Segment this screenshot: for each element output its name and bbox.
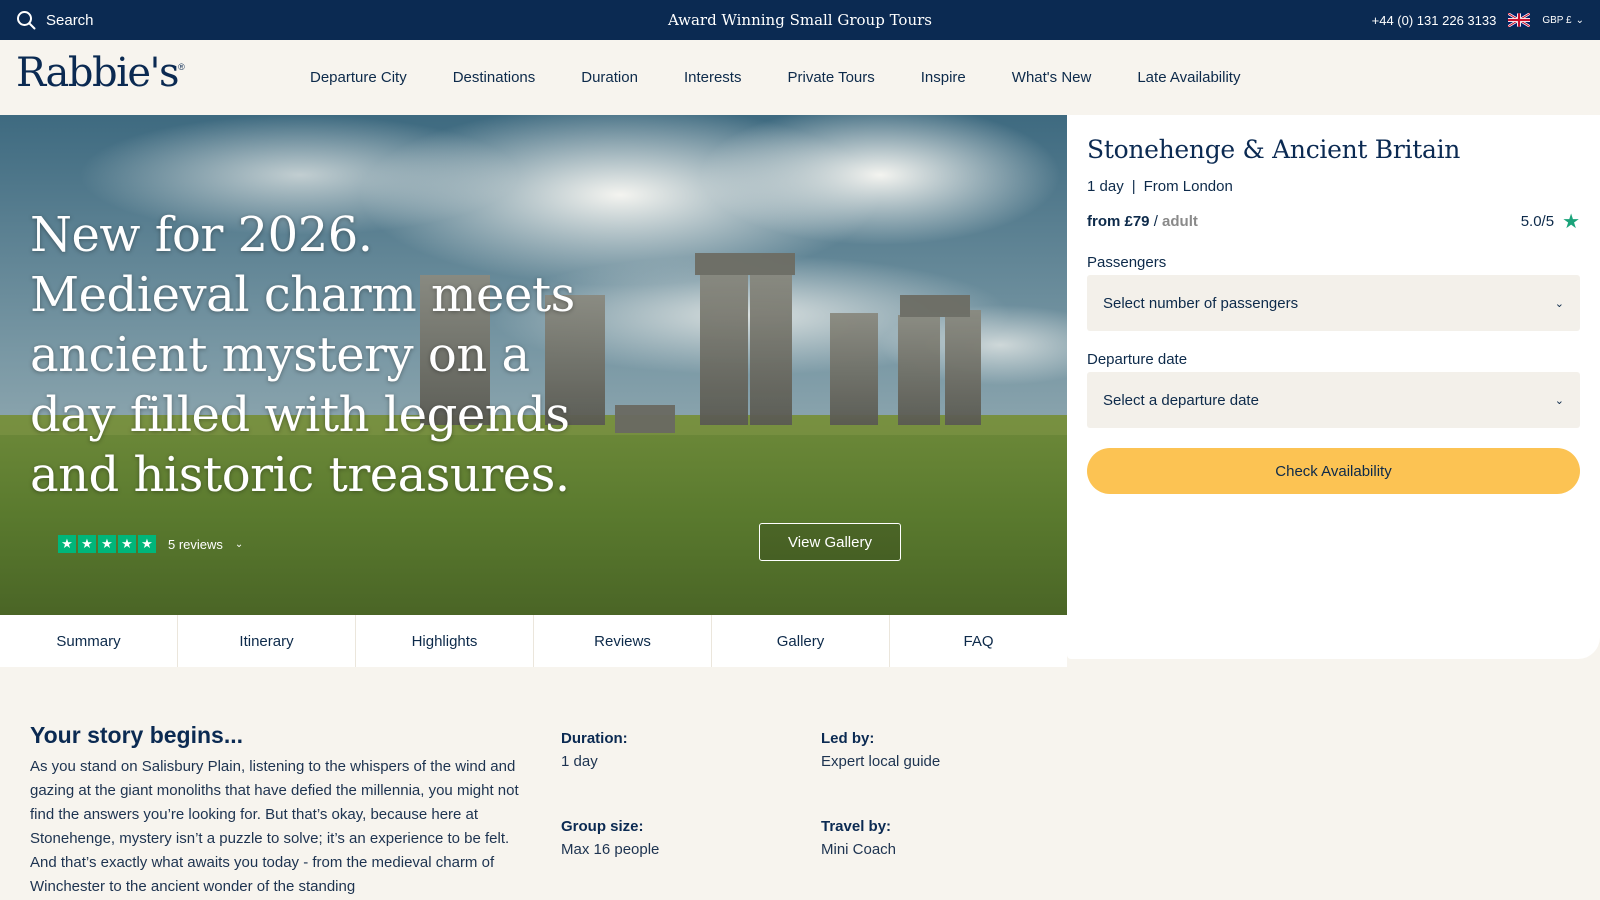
price-row: from £79 / adult 5.0/5 ★ — [1087, 209, 1580, 234]
tab-itinerary[interactable]: Itinerary — [178, 615, 356, 667]
booking-panel: Stonehenge & Ancient Britain 1 day | Fro… — [1067, 115, 1600, 659]
tab-gallery[interactable]: Gallery — [712, 615, 890, 667]
hero-banner: New for 2026. Medieval charm meets ancie… — [0, 115, 1067, 615]
price-unit: adult — [1162, 213, 1198, 230]
search-button[interactable]: Search — [16, 0, 94, 40]
currency-label: GBP £ — [1542, 14, 1572, 26]
departure-date-select[interactable]: Select a departure date ⌄ — [1087, 372, 1580, 428]
passengers-placeholder: Select number of passengers — [1103, 294, 1299, 312]
fact-led-label: Led by: — [821, 730, 875, 747]
fact-led-by: Led by: Expert local guide — [821, 730, 1061, 770]
tab-reviews[interactable]: Reviews — [534, 615, 712, 667]
fact-travel-by: Travel by: Mini Coach — [821, 818, 1061, 858]
check-availability-button[interactable]: Check Availability — [1087, 448, 1580, 494]
main-nav: Departure City Destinations Duration Int… — [310, 40, 1240, 115]
star-icon: ★ — [78, 535, 96, 553]
phone-number[interactable]: +44 (0) 131 226 3133 — [1372, 13, 1497, 28]
date-placeholder: Select a departure date — [1103, 391, 1259, 409]
fact-duration: Duration: 1 day — [561, 730, 801, 770]
trustpilot-stars: ★ ★ ★ ★ ★ — [58, 535, 156, 553]
nav-duration[interactable]: Duration — [581, 69, 638, 86]
nav-private-tours[interactable]: Private Tours — [787, 69, 874, 86]
tab-faq[interactable]: FAQ — [890, 615, 1067, 667]
currency-selector[interactable]: GBP £ ⌄ — [1542, 15, 1584, 26]
tour-meta: 1 day | From London — [1087, 178, 1580, 195]
view-gallery-button[interactable]: View Gallery — [759, 523, 901, 561]
tour-rating: 5.0/5 ★ — [1521, 209, 1580, 234]
tab-summary[interactable]: Summary — [0, 615, 178, 667]
meta-separator: | — [1131, 178, 1136, 195]
star-icon: ★ — [118, 535, 136, 553]
chevron-down-icon: ⌄ — [1554, 297, 1564, 310]
main-header: Rabbie's® Departure City Destinations Du… — [0, 40, 1600, 115]
top-bar: Search Award Winning Small Group Tours +… — [0, 0, 1600, 40]
search-label: Search — [46, 11, 94, 29]
price-slash: / — [1153, 213, 1158, 230]
uk-flag-icon[interactable] — [1508, 13, 1531, 27]
passengers-label: Passengers — [1087, 254, 1167, 271]
nav-whats-new[interactable]: What's New — [1012, 69, 1092, 86]
fact-travel-label: Travel by: — [821, 818, 892, 835]
chevron-down-icon: ⌄ — [234, 538, 244, 550]
logo-mark: ® — [178, 61, 185, 72]
nav-interests[interactable]: Interests — [684, 69, 742, 86]
tour-departure: From London — [1143, 178, 1233, 195]
nav-departure-city[interactable]: Departure City — [310, 69, 407, 86]
trustpilot-rating[interactable]: ★ ★ ★ ★ ★ 5 reviews ⌄ — [58, 535, 243, 553]
star-icon: ★ — [138, 535, 156, 553]
fact-group-label: Group size: — [561, 818, 644, 835]
star-icon: ★ — [1562, 211, 1580, 233]
departure-date-label: Departure date — [1087, 351, 1188, 368]
tab-highlights[interactable]: Highlights — [356, 615, 534, 667]
chevron-down-icon: ⌄ — [1554, 394, 1564, 407]
tour-title: Stonehenge & Ancient Britain — [1087, 135, 1461, 164]
chevron-down-icon: ⌄ — [1575, 14, 1584, 26]
brand-logo[interactable]: Rabbie's® — [16, 50, 185, 96]
nav-destinations[interactable]: Destinations — [453, 69, 536, 86]
logo-text: Rabbie's — [16, 50, 180, 96]
fact-duration-value: 1 day — [561, 753, 598, 770]
passengers-select[interactable]: Select number of passengers ⌄ — [1087, 275, 1580, 331]
fact-travel-value: Mini Coach — [821, 841, 897, 858]
star-icon: ★ — [58, 535, 76, 553]
story-section: Your story begins... As you stand on Sal… — [30, 722, 530, 899]
story-body: As you stand on Salisbury Plain, listeni… — [30, 758, 519, 895]
reviews-count: 5 reviews — [168, 536, 223, 552]
nav-late-availability[interactable]: Late Availability — [1137, 69, 1240, 86]
tour-duration: 1 day — [1087, 178, 1124, 195]
fact-group-size: Group size: Max 16 people — [561, 818, 801, 858]
story-heading: Your story begins... — [30, 722, 243, 748]
tagline: Award Winning Small Group Tours — [667, 11, 932, 29]
price-amount: from £79 — [1087, 213, 1150, 230]
section-tabs: Summary Itinerary Highlights Reviews Gal… — [0, 615, 1067, 667]
price: from £79 / adult — [1087, 213, 1198, 230]
fact-led-value: Expert local guide — [821, 753, 941, 770]
search-icon — [17, 11, 36, 30]
fact-group-value: Max 16 people — [561, 841, 660, 858]
nav-inspire[interactable]: Inspire — [921, 69, 966, 86]
fact-duration-label: Duration: — [561, 730, 628, 747]
hero-headline: New for 2026. Medieval charm meets ancie… — [30, 207, 575, 503]
rating-value: 5.0/5 — [1520, 213, 1555, 230]
star-icon: ★ — [98, 535, 116, 553]
